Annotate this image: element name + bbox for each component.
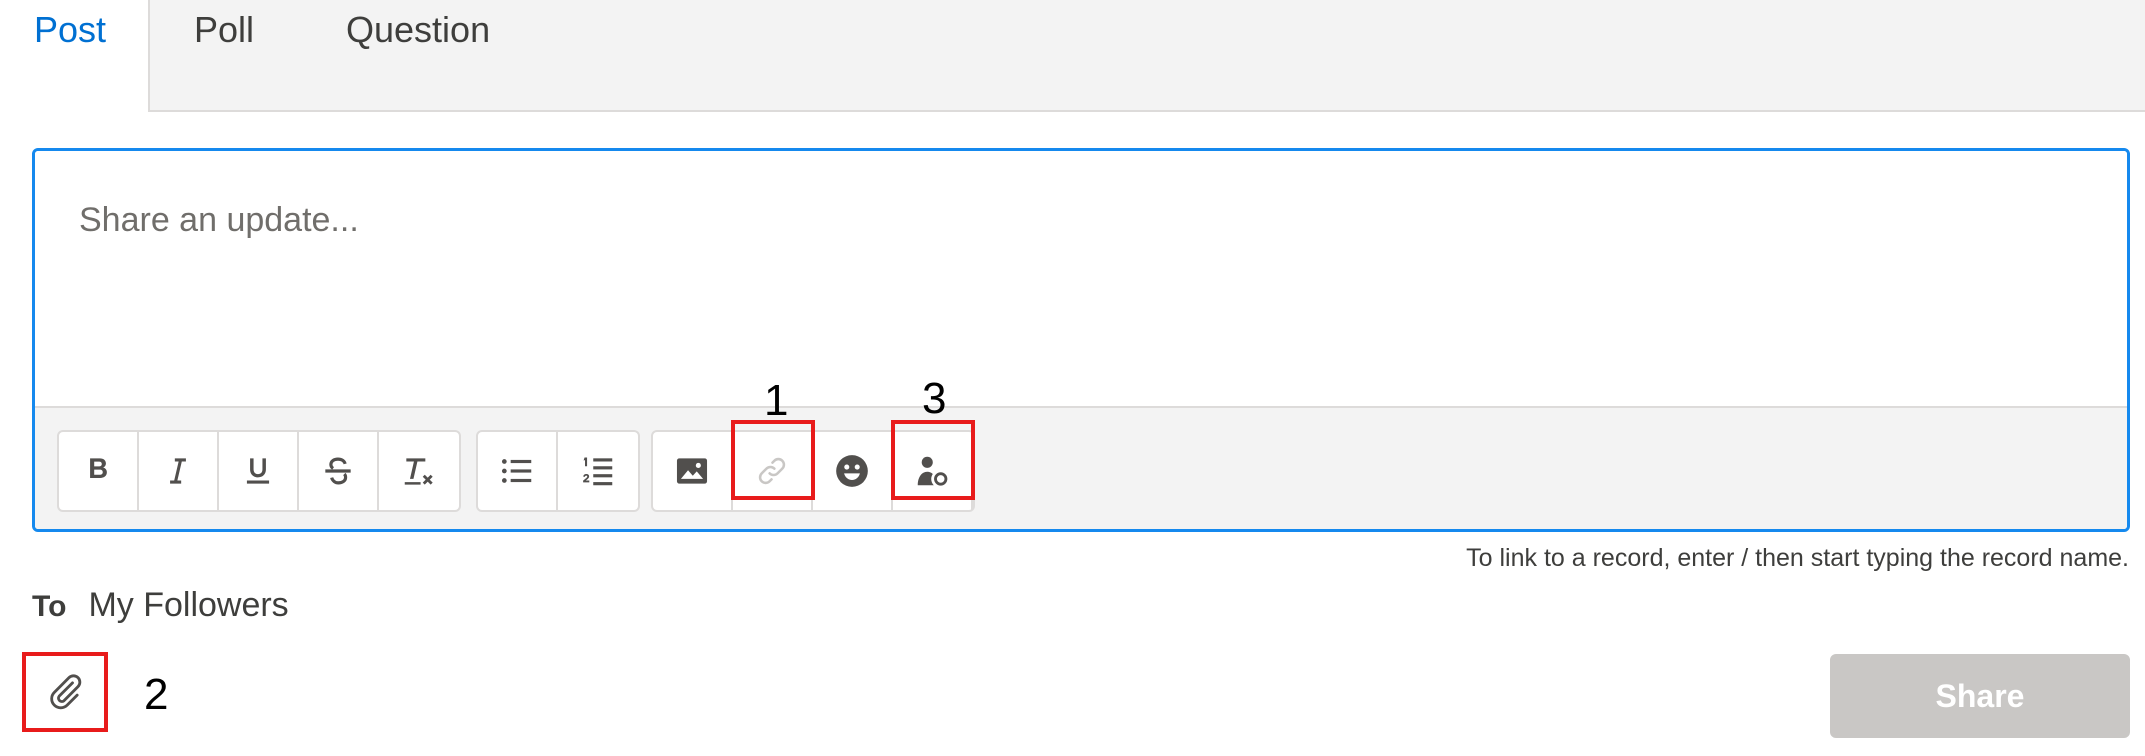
insert-link-button[interactable] bbox=[733, 432, 813, 510]
share-update-input[interactable] bbox=[35, 151, 2127, 406]
text-format-group bbox=[57, 430, 461, 512]
bulleted-list-icon bbox=[501, 459, 532, 483]
numbered-list-icon bbox=[583, 457, 613, 486]
publisher-tabs: Post Poll Question bbox=[0, 0, 2145, 114]
image-icon bbox=[676, 458, 708, 484]
link-icon bbox=[758, 457, 786, 485]
remove-formatting-button[interactable] bbox=[379, 432, 459, 510]
post-composer bbox=[32, 148, 2130, 532]
attach-file-button[interactable] bbox=[22, 652, 108, 732]
callout-mention: 3 bbox=[922, 374, 947, 423]
callout-attach: 2 bbox=[144, 670, 169, 719]
recipient-row: To My Followers bbox=[32, 586, 289, 625]
record-link-hint: To link to a record, enter / then start … bbox=[1466, 544, 2129, 572]
strikethrough-icon bbox=[325, 457, 351, 485]
remove-formatting-icon bbox=[404, 458, 433, 485]
underline-button[interactable] bbox=[219, 432, 299, 510]
formatting-toolbar bbox=[35, 406, 2127, 529]
insert-image-button[interactable] bbox=[653, 432, 733, 510]
paperclip-icon bbox=[50, 674, 82, 710]
italic-button[interactable] bbox=[139, 432, 219, 510]
bulleted-list-button[interactable] bbox=[478, 432, 558, 510]
tab-post[interactable]: Post bbox=[34, 0, 106, 86]
mention-button[interactable] bbox=[893, 432, 973, 510]
underline-icon bbox=[246, 458, 270, 484]
bold-button[interactable] bbox=[59, 432, 139, 510]
recipient-selector[interactable]: My Followers bbox=[88, 586, 288, 625]
insert-group bbox=[651, 420, 975, 512]
numbered-list-button[interactable] bbox=[558, 432, 638, 510]
tab-poll[interactable]: Poll bbox=[194, 0, 254, 86]
mention-icon bbox=[917, 456, 948, 486]
callout-link: 1 bbox=[764, 376, 789, 425]
tab-question[interactable]: Question bbox=[346, 0, 490, 86]
strikethrough-button[interactable] bbox=[299, 432, 379, 510]
publisher: Post Poll Question Share an update... 1 … bbox=[0, 0, 2145, 756]
bold-icon bbox=[90, 458, 107, 478]
italic-icon bbox=[170, 458, 186, 484]
list-group bbox=[476, 430, 640, 512]
to-label: To bbox=[32, 590, 67, 623]
emoji-button[interactable] bbox=[813, 432, 893, 510]
emoji-icon bbox=[836, 455, 868, 487]
share-button[interactable]: Share bbox=[1830, 654, 2130, 738]
